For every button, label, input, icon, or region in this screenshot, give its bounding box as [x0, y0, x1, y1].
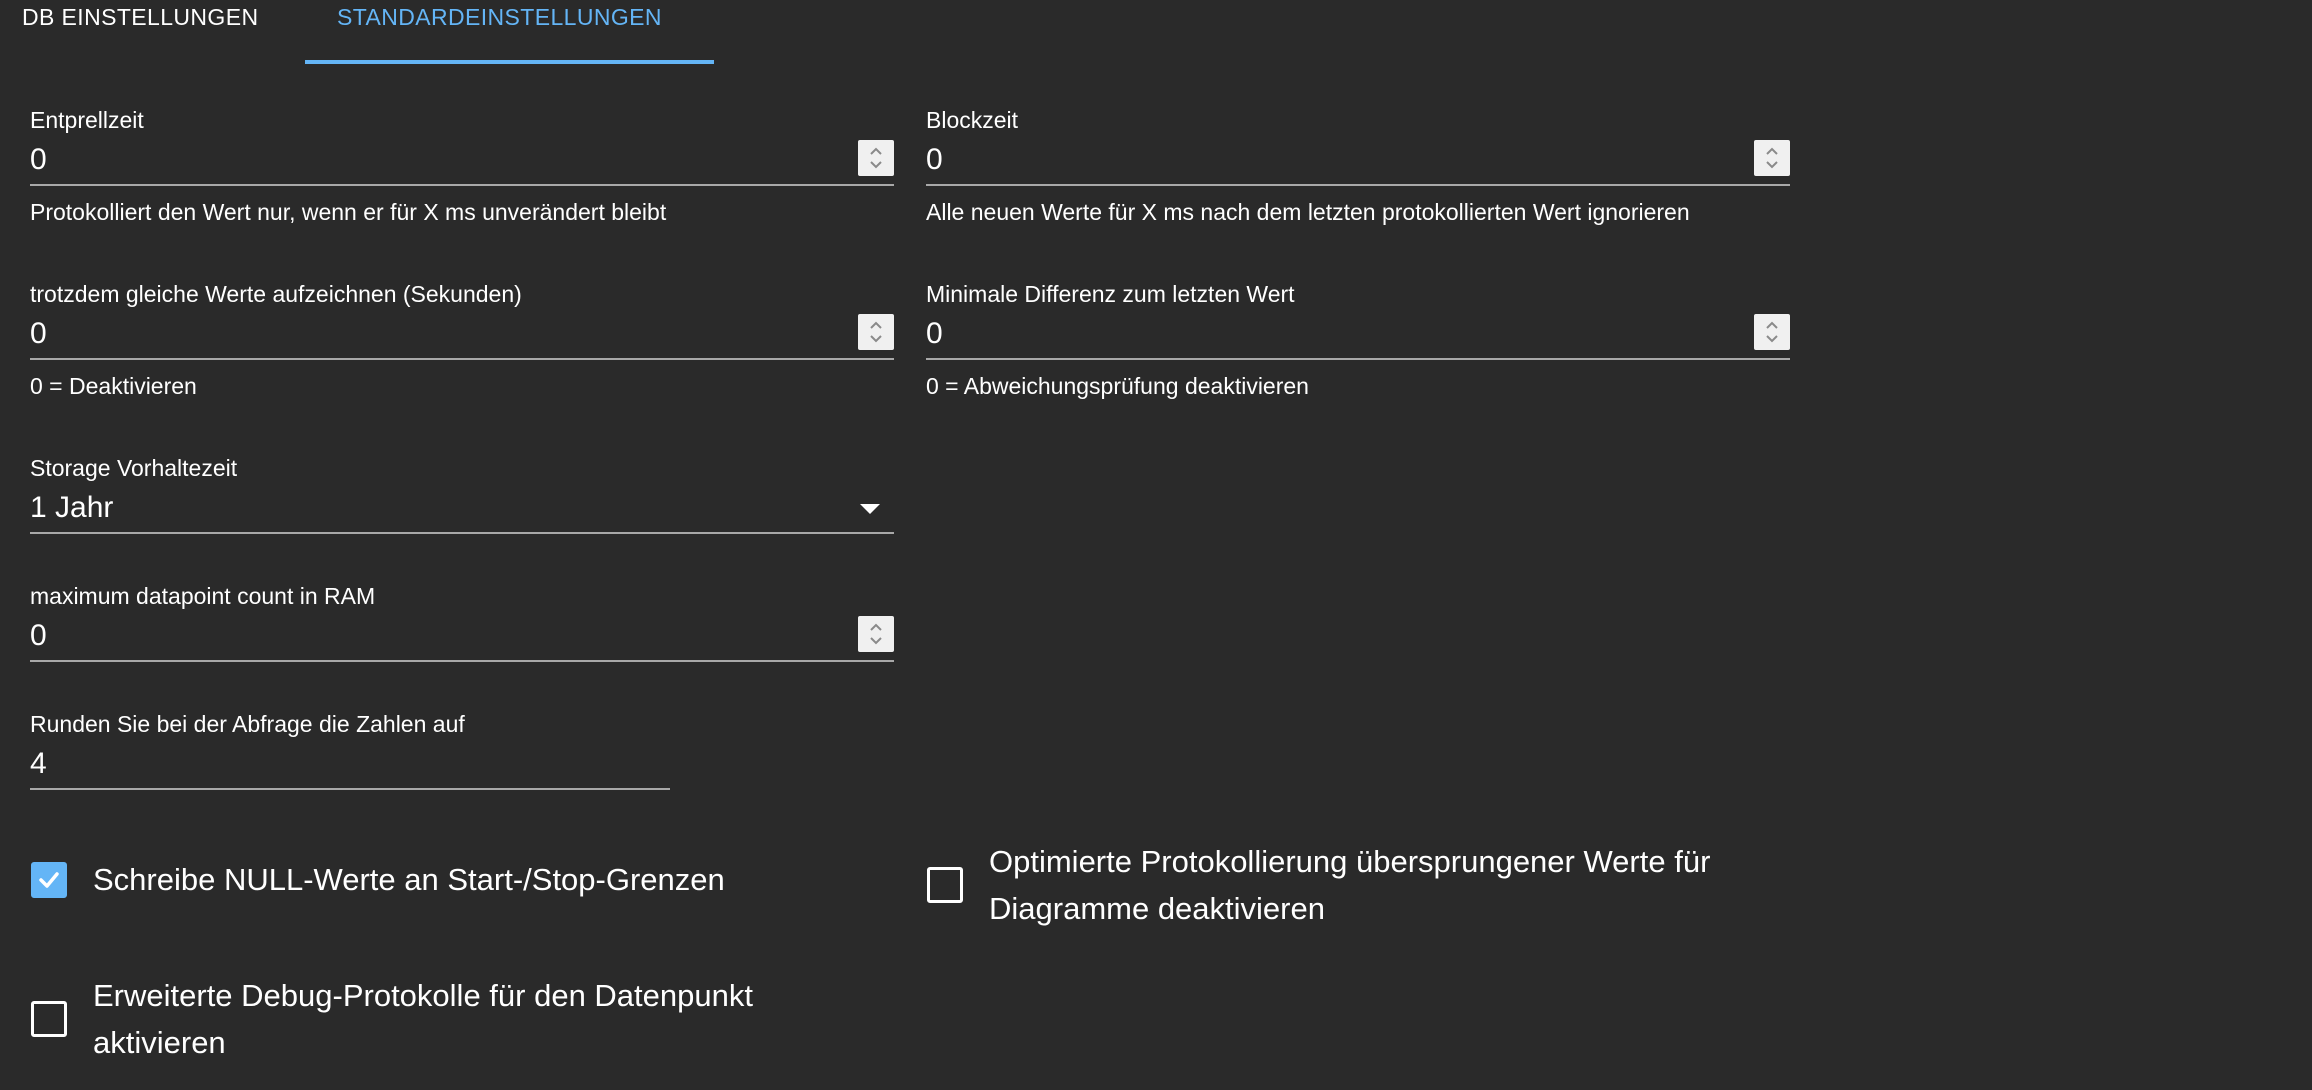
number-stepper[interactable] — [858, 616, 894, 652]
entprellzeit-field: Entprellzeit 0 Protokolliert den Wert nu… — [30, 106, 894, 226]
max-ram-field: maximum datapoint count in RAM 0 — [30, 582, 894, 662]
stepper-arrows-icon — [870, 147, 882, 169]
debug-label-line2: aktivieren — [93, 1025, 226, 1060]
null-werte-checkbox[interactable] — [31, 861, 67, 898]
blockzeit-label: Blockzeit — [926, 107, 1019, 133]
dropdown-arrow-icon — [860, 504, 880, 514]
null-werte-checkbox-row[interactable]: Schreibe NULL-Werte an Start-/Stop-Grenz… — [31, 856, 725, 903]
min-differenz-input[interactable]: 0 — [926, 308, 1790, 360]
optimierte-checkbox[interactable] — [927, 867, 963, 903]
blockzeit-helper: Alle neuen Werte für X ms nach dem letzt… — [926, 199, 1690, 225]
entprellzeit-value: 0 — [30, 143, 47, 176]
tab-db-einstellungen[interactable]: DB EINSTELLUNGEN — [0, 0, 305, 64]
stepper-arrows-icon — [870, 321, 882, 343]
number-stepper[interactable] — [858, 140, 894, 176]
max-ram-value: 0 — [30, 619, 47, 652]
min-differenz-field: Minimale Differenz zum letzten Wert 0 0 … — [926, 280, 1790, 400]
gleiche-werte-value: 0 — [30, 317, 47, 350]
storage-select[interactable]: 1 Jahr — [30, 482, 894, 534]
optimierte-label: Optimierte Protokollierung übersprungene… — [989, 838, 1710, 932]
max-ram-label: maximum datapoint count in RAM — [30, 583, 376, 609]
number-stepper[interactable] — [858, 314, 894, 350]
min-differenz-value: 0 — [926, 317, 943, 350]
runden-field: Runden Sie bei der Abfrage die Zahlen au… — [30, 710, 670, 790]
runden-value: 4 — [30, 747, 47, 780]
debug-label-line1: Erweiterte Debug-Protokolle für den Date… — [93, 978, 753, 1013]
checkmark-icon — [39, 871, 59, 888]
entprellzeit-label: Entprellzeit — [30, 107, 144, 133]
debug-label: Erweiterte Debug-Protokolle für den Date… — [93, 972, 753, 1066]
number-stepper[interactable] — [1754, 314, 1790, 350]
storage-field: Storage Vorhaltezeit 1 Jahr — [30, 454, 894, 534]
debug-checkbox[interactable] — [31, 1001, 67, 1037]
entprellzeit-input[interactable]: 0 — [30, 134, 894, 186]
tab-label: STANDARDEINSTELLUNGEN — [337, 4, 662, 30]
blockzeit-field: Blockzeit 0 Alle neuen Werte für X ms na… — [926, 106, 1790, 226]
tab-standardeinstellungen[interactable]: STANDARDEINSTELLUNGEN — [305, 0, 714, 64]
stepper-arrows-icon — [870, 623, 882, 645]
gleiche-werte-label: trotzdem gleiche Werte aufzeichnen (Seku… — [30, 281, 522, 307]
blockzeit-input[interactable]: 0 — [926, 134, 1790, 186]
tab-label: DB EINSTELLUNGEN — [22, 4, 259, 30]
stepper-arrows-icon — [1766, 321, 1778, 343]
max-ram-input[interactable]: 0 — [30, 610, 894, 662]
gleiche-werte-helper: 0 = Deaktivieren — [30, 373, 197, 399]
runden-label: Runden Sie bei der Abfrage die Zahlen au… — [30, 711, 465, 737]
tab-bar: DB EINSTELLUNGEN STANDARDEINSTELLUNGEN — [0, 0, 714, 66]
number-stepper[interactable] — [1754, 140, 1790, 176]
optimierte-label-line2: Diagramme deaktivieren — [989, 891, 1325, 926]
gleiche-werte-field: trotzdem gleiche Werte aufzeichnen (Seku… — [30, 280, 894, 400]
storage-label: Storage Vorhaltezeit — [30, 455, 238, 481]
optimierte-checkbox-row[interactable]: Optimierte Protokollierung übersprungene… — [927, 838, 1710, 932]
storage-value: 1 Jahr — [30, 491, 114, 524]
blockzeit-value: 0 — [926, 143, 943, 176]
entprellzeit-helper: Protokolliert den Wert nur, wenn er für … — [30, 199, 667, 225]
debug-checkbox-row[interactable]: Erweiterte Debug-Protokolle für den Date… — [31, 972, 753, 1066]
min-differenz-label: Minimale Differenz zum letzten Wert — [926, 281, 1295, 307]
stepper-arrows-icon — [1766, 147, 1778, 169]
min-differenz-helper: 0 = Abweichungsprüfung deaktivieren — [926, 373, 1309, 399]
optimierte-label-line1: Optimierte Protokollierung übersprungene… — [989, 844, 1711, 879]
runden-input[interactable]: 4 — [30, 738, 670, 790]
gleiche-werte-input[interactable]: 0 — [30, 308, 894, 360]
null-werte-label: Schreibe NULL-Werte an Start-/Stop-Grenz… — [93, 862, 725, 897]
